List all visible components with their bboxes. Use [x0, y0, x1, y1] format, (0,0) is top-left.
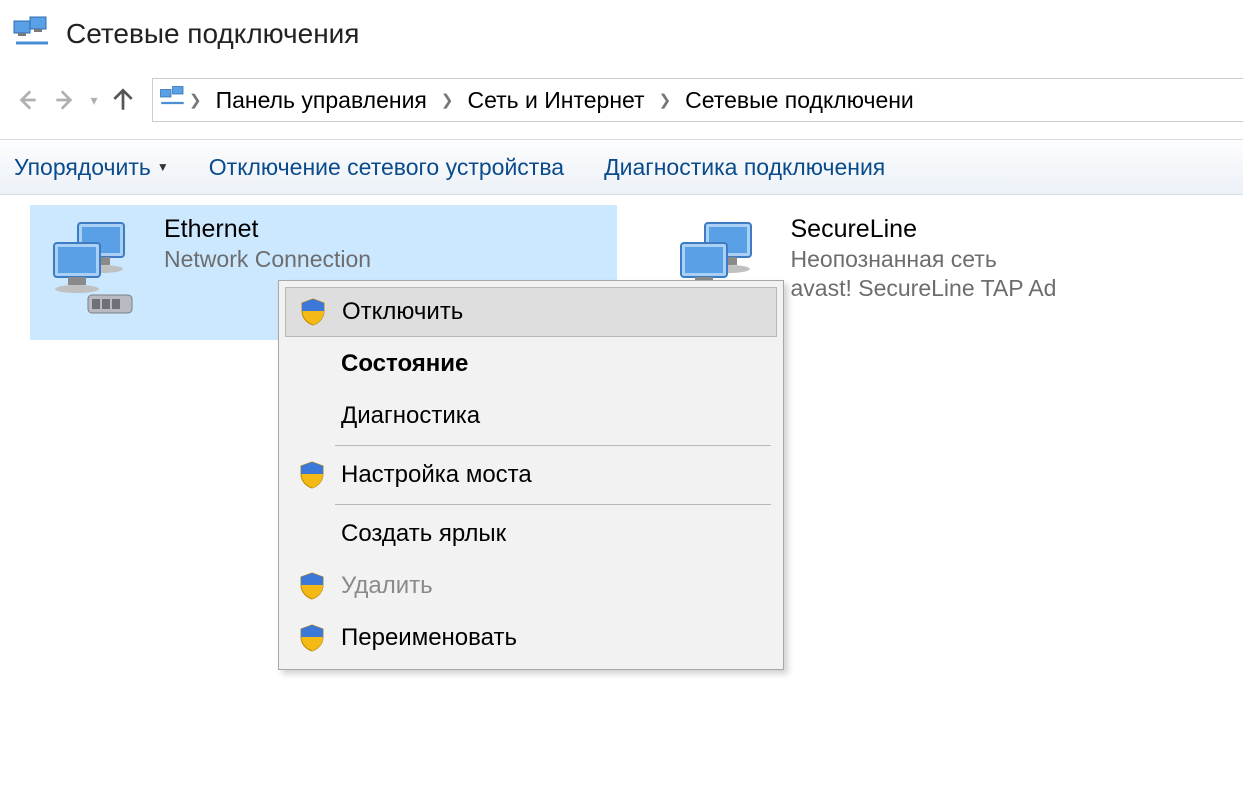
breadcrumb-item-network-internet[interactable]: Сеть и Интернет [457, 87, 654, 114]
context-menu-item-label: Отключить [342, 298, 463, 326]
shield-icon [295, 458, 329, 492]
connection-text: SecureLine Неопознанная сеть avast! Secu… [791, 213, 1057, 302]
context-menu-bridge[interactable]: Настройка моста [285, 450, 777, 500]
diagnose-connection-button[interactable]: Диагностика подключения [604, 154, 885, 181]
organize-label: Упорядочить [14, 154, 151, 181]
context-menu-item-label: Создать ярлык [341, 520, 506, 548]
connection-status: Network Connection [164, 246, 371, 273]
network-connections-icon [12, 15, 52, 53]
context-menu-delete: Удалить [285, 561, 777, 611]
chevron-right-icon: ❯ [189, 91, 202, 109]
breadcrumb-item-network-connections[interactable]: Сетевые подключени [675, 87, 924, 114]
nav-history-dropdown[interactable]: ▾ [84, 92, 104, 109]
chevron-right-icon: ❯ [441, 91, 454, 109]
context-menu-separator [335, 445, 771, 446]
context-menu-separator [335, 504, 771, 505]
breadcrumb: ❯ Панель управления ❯ Сеть и Интернет ❯ … [189, 87, 924, 114]
connection-name: Ethernet [164, 215, 371, 244]
context-menu-rename[interactable]: Переименовать [285, 613, 777, 663]
context-menu-item-label: Диагностика [341, 402, 480, 430]
context-menu-create-shortcut[interactable]: Создать ярлык [285, 509, 777, 559]
blank-icon [295, 347, 329, 381]
context-menu-item-label: Удалить [341, 572, 433, 600]
blank-icon [295, 517, 329, 551]
network-adapter-icon [40, 213, 150, 323]
context-menu-item-label: Настройка моста [341, 461, 532, 489]
context-menu-item-label: Состояние [341, 350, 468, 378]
disable-device-label: Отключение сетевого устройства [209, 154, 564, 181]
nav-forward-button[interactable] [48, 83, 82, 117]
connection-status: Неопознанная сеть [791, 246, 1057, 273]
context-menu-item-label: Переименовать [341, 624, 517, 652]
context-menu-disable[interactable]: Отключить [285, 287, 777, 337]
shield-icon [295, 621, 329, 655]
shield-icon [295, 569, 329, 603]
chevron-right-icon: ❯ [659, 91, 672, 109]
nav-up-button[interactable] [106, 83, 140, 117]
connection-name: SecureLine [791, 215, 1057, 244]
connection-device: avast! SecureLine TAP Ad [791, 275, 1057, 302]
connection-text: Ethernet Network Connection [164, 213, 371, 275]
blank-icon [295, 399, 329, 433]
content-area: Ethernet Network Connection [0, 195, 1243, 340]
disable-device-button[interactable]: Отключение сетевого устройства [209, 154, 564, 181]
context-menu-status[interactable]: Состояние [285, 339, 777, 389]
breadcrumb-item-control-panel[interactable]: Панель управления [206, 87, 437, 114]
window-title: Сетевые подключения [66, 18, 359, 50]
chevron-down-icon: ▼ [157, 160, 169, 174]
window-title-bar: Сетевые подключения [0, 0, 1243, 73]
command-toolbar: Упорядочить ▼ Отключение сетевого устрой… [0, 139, 1243, 195]
context-menu-diagnose[interactable]: Диагностика [285, 391, 777, 441]
organize-button[interactable]: Упорядочить ▼ [14, 154, 169, 181]
context-menu: Отключить Состояние Диагностика Настройк… [278, 280, 784, 670]
diagnose-label: Диагностика подключения [604, 154, 885, 181]
address-bar[interactable]: ❯ Панель управления ❯ Сеть и Интернет ❯ … [152, 78, 1243, 122]
nav-back-button[interactable] [10, 83, 44, 117]
navigation-row: ▾ ❯ Панель управления ❯ Сеть и Интернет … [0, 73, 1243, 127]
shield-icon [296, 295, 330, 329]
address-bar-icon [159, 84, 189, 116]
